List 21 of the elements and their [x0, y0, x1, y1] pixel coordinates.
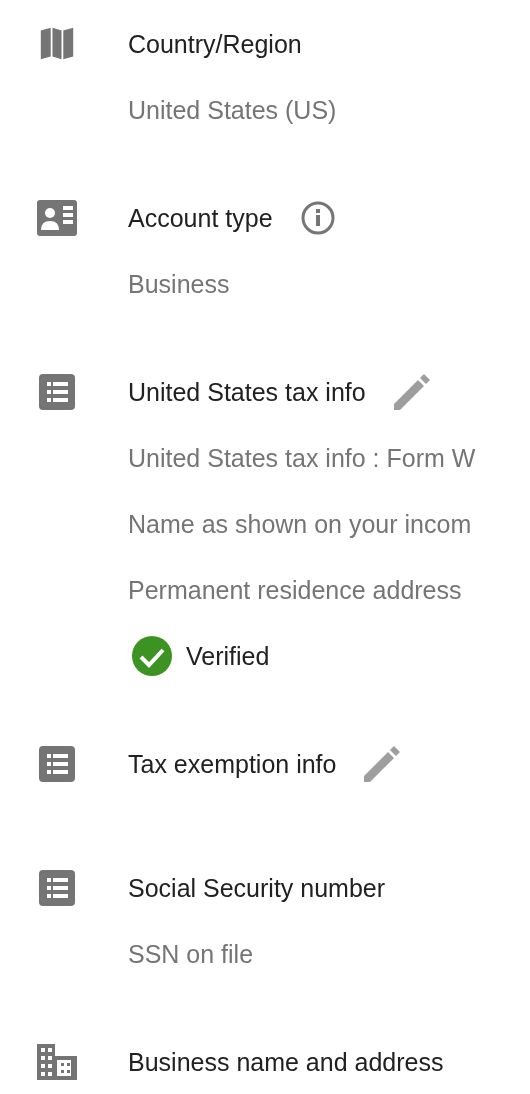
section-title: Social Security number — [128, 873, 386, 903]
section-title: Country/Region — [128, 29, 302, 59]
field-value: SSN on file — [128, 939, 254, 969]
section-title: United States tax info — [128, 377, 366, 407]
section-title: Business name and address — [128, 1047, 444, 1077]
pencil-icon[interactable] — [393, 374, 430, 410]
info-icon[interactable] — [300, 201, 335, 235]
pencil-icon[interactable] — [364, 746, 401, 782]
contact-card-icon — [37, 200, 77, 236]
list-icon — [37, 870, 77, 906]
field-value: United States (US) — [128, 95, 337, 125]
building-icon — [37, 1044, 77, 1080]
field-value: Business — [128, 269, 230, 299]
field-value: United States tax info : Form W — [128, 443, 476, 473]
list-icon — [37, 374, 77, 410]
section-title: Account type — [128, 203, 273, 233]
status-label: Verified — [186, 641, 270, 671]
list-icon — [37, 746, 77, 782]
field-value: Permanent residence address — [128, 575, 462, 605]
section-title: Tax exemption info — [128, 749, 337, 779]
field-value: Name as shown on your incom — [128, 509, 472, 539]
